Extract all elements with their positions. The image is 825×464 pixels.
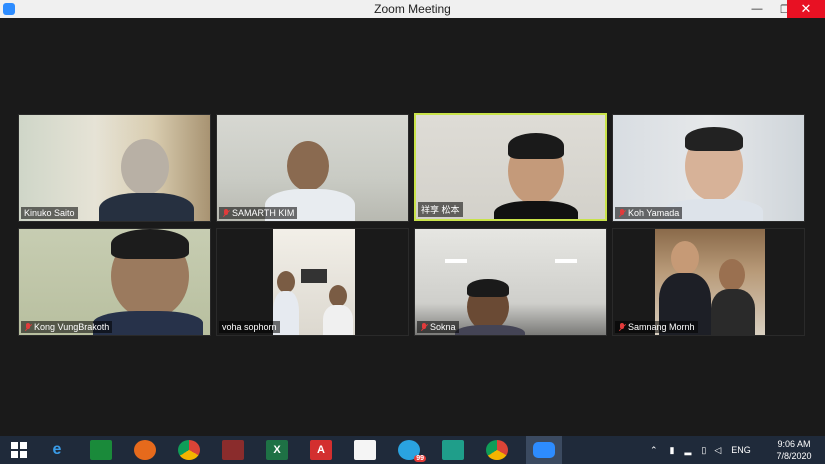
- video-tile-kinuko-saito[interactable]: Kinuko Saito: [18, 114, 211, 222]
- window-title: Zoom Meeting: [374, 2, 451, 16]
- excel-icon[interactable]: X: [266, 440, 288, 460]
- clock-time: 9:06 AM: [777, 439, 811, 449]
- video-tile-kong-vungbrakoth[interactable]: Kong VungBrakoth: [18, 228, 211, 336]
- muted-mic-icon: [420, 322, 428, 332]
- video-tile-voha-sophorn[interactable]: voha sophorn: [216, 228, 409, 336]
- acrobat-icon[interactable]: A: [310, 440, 332, 460]
- taskbar-clock[interactable]: 9:06 AM 7/8/2020: [770, 438, 818, 462]
- pdf-icon[interactable]: [354, 440, 376, 460]
- clock-date: 7/8/2020: [776, 451, 812, 461]
- firefox-icon[interactable]: [134, 440, 156, 460]
- app-icon[interactable]: [442, 440, 464, 460]
- participant-name: Koh Yamada: [615, 207, 683, 219]
- windows-start-icon[interactable]: [8, 440, 30, 460]
- video-tile-samnang-mornh[interactable]: Samnang Mornh: [612, 228, 805, 336]
- chrome-icon[interactable]: [486, 440, 508, 460]
- participant-name: Sokna: [417, 321, 459, 333]
- chrome-icon[interactable]: [178, 440, 200, 460]
- close-button[interactable]: ✕: [787, 0, 825, 18]
- participant-name: Kong VungBrakoth: [21, 321, 113, 333]
- battery-icon[interactable]: ▯: [701, 445, 706, 456]
- participant-name: 祥享 松本: [418, 202, 463, 217]
- store-icon[interactable]: [90, 440, 112, 460]
- minimize-button[interactable]: —: [743, 0, 771, 18]
- windows-taskbar: e X A 99 ⌃ ▮ ▂ ▯ ◁ ENG 9:06 AM 7/8/2020: [0, 436, 825, 464]
- video-tile-samarth-kim[interactable]: SAMARTH KIM: [216, 114, 409, 222]
- notification-badge: 99: [414, 455, 426, 462]
- muted-mic-icon: [618, 208, 626, 218]
- muted-mic-icon: [24, 322, 32, 332]
- telegram-icon[interactable]: 99: [398, 440, 426, 462]
- zoom-icon[interactable]: [526, 436, 562, 464]
- network-icon[interactable]: ▮: [670, 445, 675, 456]
- meeting-gallery: Kinuko Saito SAMARTH KIM 祥享 松本 Koh Yamad…: [0, 18, 825, 436]
- video-tile-active-speaker[interactable]: 祥享 松本: [414, 113, 607, 221]
- language-indicator[interactable]: ENG: [731, 445, 751, 455]
- internet-explorer-icon[interactable]: e: [46, 440, 68, 460]
- volume-icon[interactable]: ◁: [714, 445, 721, 456]
- video-tile-koh-yamada[interactable]: Koh Yamada: [612, 114, 805, 222]
- muted-mic-icon: [222, 208, 230, 218]
- window-titlebar: Zoom Meeting — ❐ ✕: [0, 0, 825, 18]
- muted-mic-icon: [618, 322, 626, 332]
- participant-name: Samnang Mornh: [615, 321, 698, 333]
- book-icon[interactable]: [222, 440, 244, 460]
- signal-icon[interactable]: ▂: [685, 445, 692, 456]
- participant-name: SAMARTH KIM: [219, 207, 298, 219]
- participant-name: voha sophorn: [219, 321, 280, 333]
- system-tray: ⌃ ▮ ▂ ▯ ◁ ENG: [650, 436, 751, 464]
- chevron-up-icon[interactable]: ⌃: [650, 445, 658, 456]
- video-tile-sokna[interactable]: Sokna: [414, 228, 607, 336]
- participant-name: Kinuko Saito: [21, 207, 78, 219]
